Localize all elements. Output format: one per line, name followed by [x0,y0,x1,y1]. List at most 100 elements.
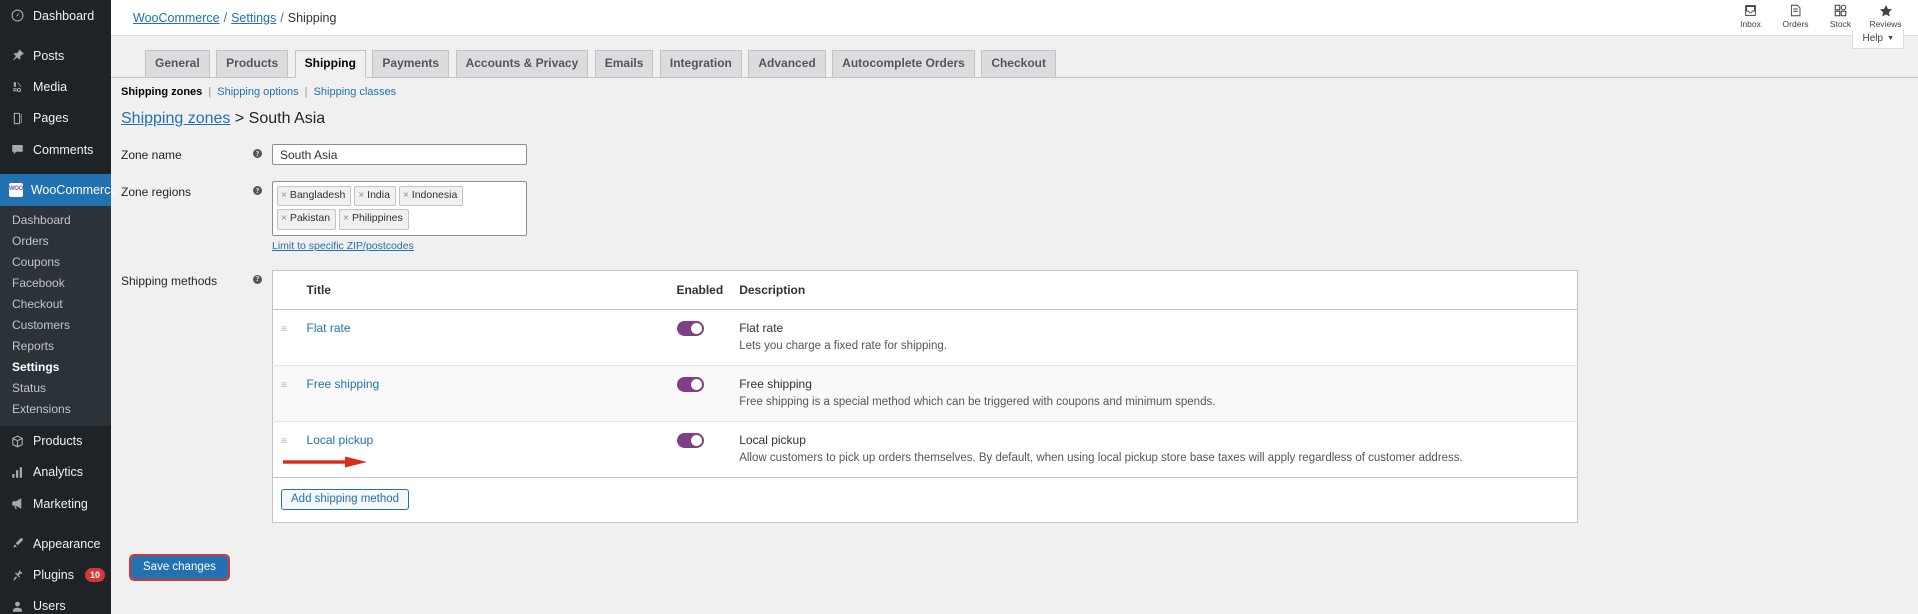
region-tag-india[interactable]: × India [354,186,396,207]
sidebar-item-plugins[interactable]: Plugins 10 [0,560,111,591]
sidebar-item-appearance[interactable]: Appearance [0,528,111,559]
method-desc-title: Local pickup [739,432,806,447]
tab-autocomplete-orders[interactable]: Autocomplete Orders [832,50,975,77]
help-dropdown-button[interactable]: Help ▼ [1852,30,1904,49]
sidebar-item-label: Marketing [33,496,88,511]
tab-advanced[interactable]: Advanced [748,50,826,77]
method-link-local-pickup[interactable]: Local pickup [307,433,374,447]
sidebar-item-products[interactable]: Products [0,426,111,457]
method-link-free-shipping[interactable]: Free shipping [307,377,380,391]
stock-icon [1833,2,1848,19]
remove-icon[interactable]: × [281,189,287,204]
sidebar-separator [0,165,111,174]
sidebar-item-label: Appearance [33,536,101,551]
add-shipping-method-button[interactable]: Add shipping method [281,488,410,510]
region-tag-philippines[interactable]: × Philippines [339,209,409,230]
sidebar-item-analytics[interactable]: Analytics [0,457,111,488]
header-nav-label: Reviews [1869,19,1902,29]
shipping-methods-table: Title Enabled Description ≡ Flat rate Fl… [272,269,1578,478]
submenu-item-orders[interactable]: Orders [0,231,111,252]
region-tag-pakistan[interactable]: × Pakistan [277,209,337,230]
subnav-shipping-options[interactable]: Shipping options [217,86,298,98]
submenu-item-facebook[interactable]: Facebook [0,273,111,294]
analytics-bars-icon [9,464,25,480]
remove-icon[interactable]: × [281,212,287,227]
sidebar-item-marketing[interactable]: Marketing [0,488,111,519]
header-nav-label: Orders [1782,19,1809,29]
pin-icon [9,48,25,64]
tab-emails[interactable]: Emails [594,50,654,77]
submenu-item-settings[interactable]: Settings [0,357,111,378]
help-tip-icon[interactable]: ? [253,186,262,196]
enabled-toggle-free-shipping[interactable] [676,376,704,392]
sidebar-item-label: Analytics [33,465,84,480]
column-sort [272,270,299,310]
submenu-item-checkout[interactable]: Checkout [0,294,111,315]
sidebar-item-users[interactable]: Users [0,591,111,614]
remove-icon[interactable]: × [403,189,409,204]
zone-regions-label: Zone regions [121,185,192,200]
sidebar-item-label: Pages [33,111,69,126]
page-title-zones-link[interactable]: Shipping zones [121,110,230,127]
tab-shipping[interactable]: Shipping [294,50,366,78]
sidebar-item-dashboard[interactable]: Dashboard [0,0,111,31]
chevron-down-icon: ▼ [1887,35,1894,42]
drag-handle-icon[interactable]: ≡ [281,436,287,447]
enabled-toggle-local-pickup[interactable] [676,432,704,448]
sidebar-item-pages[interactable]: Pages [0,103,111,134]
zone-name-input[interactable] [272,144,527,166]
page-title-separator: > [234,110,245,128]
header-reviews-button[interactable]: Reviews [1863,0,1908,29]
region-tag-label: India [367,189,390,202]
table-header-row: Title Enabled Description [272,270,1578,310]
header-orders-button[interactable]: Orders [1773,0,1818,29]
reviews-star-icon [1878,2,1894,19]
submenu-item-extensions[interactable]: Extensions [0,399,111,420]
sidebar-item-comments[interactable]: Comments [0,134,111,165]
sidebar-item-woocommerce[interactable]: WOO WooCommerce [0,174,119,206]
subnav-shipping-classes[interactable]: Shipping classes [314,86,397,98]
drag-handle-icon[interactable]: ≡ [281,324,287,335]
region-tag-indonesia[interactable]: × Indonesia [398,186,464,207]
breadcrumb-woocommerce[interactable]: WooCommerce [133,11,220,25]
submenu-item-dashboard[interactable]: Dashboard [0,210,111,231]
page-title-zone-name: South Asia [248,110,326,128]
inbox-icon [1743,2,1758,19]
remove-icon[interactable]: × [343,212,349,227]
help-tip-icon[interactable]: ? [253,149,262,159]
table-row: ≡ Flat rate Flat rate Lets you charge a … [272,309,1578,366]
help-tip-icon[interactable]: ? [253,274,262,284]
tab-general[interactable]: General [145,50,210,77]
drag-handle-icon[interactable]: ≡ [281,380,287,391]
limit-postcodes-link[interactable]: Limit to specific ZIP/postcodes [272,240,414,252]
zone-name-row: Zone name ? [121,144,1918,166]
column-title: Title [298,270,669,310]
remove-icon[interactable]: × [358,189,364,204]
tab-checkout[interactable]: Checkout [981,50,1056,77]
zone-name-label: Zone name [121,148,182,163]
admin-sidebar: Dashboard Posts Media Pages Comments WOO… [0,0,119,614]
submenu-item-customers[interactable]: Customers [0,315,111,336]
tab-products[interactable]: Products [216,50,289,77]
subnav-shipping-zones[interactable]: Shipping zones [121,86,202,98]
submenu-item-reports[interactable]: Reports [0,336,111,357]
header-stock-button[interactable]: Stock [1818,0,1863,29]
sidebar-item-posts[interactable]: Posts [0,40,111,71]
tab-accounts-privacy[interactable]: Accounts & Privacy [455,50,589,77]
tab-integration[interactable]: Integration [659,50,742,77]
enabled-toggle-flat-rate[interactable] [676,320,704,336]
save-changes-button[interactable]: Save changes [129,553,230,581]
sidebar-item-label: Dashboard [33,8,95,23]
orders-icon [1788,2,1803,19]
region-tag-label: Indonesia [411,189,458,202]
submenu-item-coupons[interactable]: Coupons [0,252,111,273]
region-tag-bangladesh[interactable]: × Bangladesh [277,186,352,207]
submenu-item-status[interactable]: Status [0,378,111,399]
zone-regions-select[interactable]: × Bangladesh × India × Indonesia × Pakis… [272,181,527,236]
tab-payments[interactable]: Payments [372,50,450,77]
header-inbox-button[interactable]: Inbox [1728,0,1773,29]
breadcrumb-settings[interactable]: Settings [231,11,276,25]
pages-icon [9,110,25,126]
sidebar-item-media[interactable]: Media [0,72,111,103]
method-link-flat-rate[interactable]: Flat rate [307,321,351,335]
